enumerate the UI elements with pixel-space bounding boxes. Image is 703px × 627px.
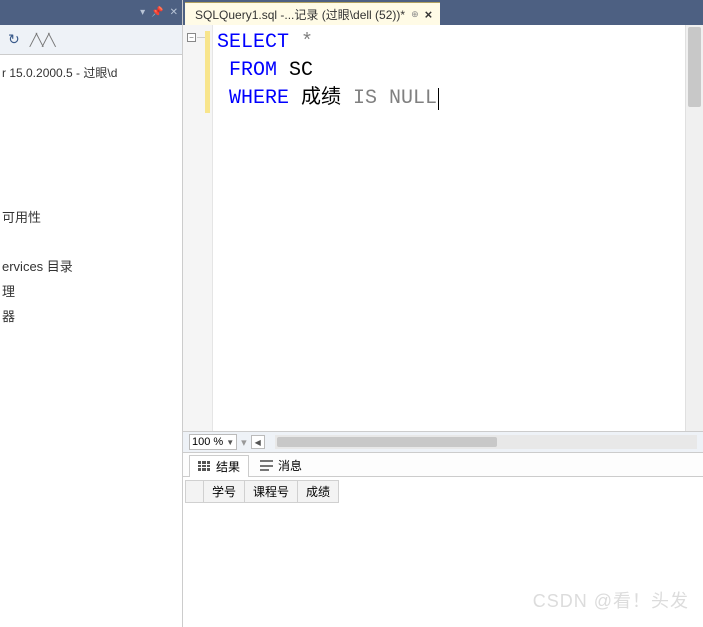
- sql-identifier: SC: [277, 59, 313, 82]
- horizontal-scrollbar[interactable]: [275, 435, 697, 449]
- sql-editor[interactable]: SELECT * FROM SC WHERE 成绩 IS NULL: [213, 25, 685, 431]
- results-tab-strip: 结果 消息: [183, 453, 703, 477]
- grid-icon: [198, 461, 211, 472]
- messages-tab-label: 消息: [278, 457, 302, 474]
- text-caret: [438, 88, 439, 110]
- tab-close-icon[interactable]: ×: [425, 7, 433, 22]
- document-tab-strip: SQLQuery1.sql -...记录 (过眼\dell (52))* ⊕ ×: [183, 0, 703, 25]
- grid-corner[interactable]: [186, 481, 204, 503]
- nav-prev-button[interactable]: ◀: [251, 435, 265, 449]
- object-explorer-panel: ▾ 📌 ✕ ↻ ╱╲╱╲ r 15.0.2000.5 - 过眼\d 可用性 er…: [0, 0, 183, 627]
- results-tab[interactable]: 结果: [189, 455, 249, 477]
- activity-icon[interactable]: ╱╲╱╲: [30, 33, 55, 47]
- collapse-region-icon[interactable]: −: [187, 33, 196, 42]
- sql-keyword: WHERE: [229, 87, 289, 110]
- tree-item[interactable]: ervices 目录: [0, 253, 182, 278]
- tree-item[interactable]: 可用性: [0, 204, 182, 229]
- dropdown-arrow-icon: ▼: [226, 438, 234, 447]
- server-node[interactable]: r 15.0.2000.5 - 过眼\d: [0, 61, 182, 84]
- vertical-scrollbar[interactable]: [685, 25, 703, 431]
- refresh-icon[interactable]: ↻: [8, 31, 20, 48]
- scroll-thumb[interactable]: [688, 27, 701, 107]
- editor-gutter: −: [183, 25, 213, 431]
- zoom-dropdown[interactable]: 100 % ▼: [189, 434, 237, 450]
- messages-icon: [260, 460, 273, 471]
- sql-keyword: SELECT: [217, 31, 289, 54]
- zoom-level: 100 %: [192, 436, 223, 448]
- results-grid-area: 学号 课程号 成绩: [183, 477, 703, 627]
- close-icon[interactable]: ✕: [170, 7, 178, 18]
- tab-pin-icon[interactable]: ⊕: [411, 9, 419, 20]
- tab-title: SQLQuery1.sql -...记录 (过眼\dell (52))*: [195, 6, 405, 23]
- column-header[interactable]: 课程号: [245, 481, 298, 503]
- column-header[interactable]: 成绩: [298, 481, 339, 503]
- scroll-thumb[interactable]: [277, 437, 497, 447]
- pin-icon[interactable]: 📌: [151, 7, 163, 18]
- sql-operator: IS NULL: [353, 87, 437, 110]
- sql-editor-area: − SELECT * FROM SC WHERE 成绩 IS NULL: [183, 25, 703, 431]
- messages-tab[interactable]: 消息: [251, 454, 311, 476]
- sql-keyword: FROM: [229, 59, 277, 82]
- tree-item[interactable]: 理: [0, 278, 182, 303]
- panel-toolbar: ↻ ╱╲╱╲: [0, 25, 182, 55]
- panel-titlebar: ▾ 📌 ✕: [0, 0, 182, 25]
- tree-item[interactable]: 器: [0, 303, 182, 328]
- column-header[interactable]: 学号: [204, 481, 245, 503]
- sql-identifier: 成绩: [289, 87, 353, 110]
- object-explorer-tree: r 15.0.2000.5 - 过眼\d 可用性 ervices 目录 理 器: [0, 55, 182, 328]
- sql-operator: *: [289, 31, 313, 54]
- document-tab[interactable]: SQLQuery1.sql -...记录 (过眼\dell (52))* ⊕ ×: [185, 2, 440, 25]
- change-marker: [205, 31, 210, 113]
- results-tab-label: 结果: [216, 458, 240, 475]
- results-grid[interactable]: 学号 课程号 成绩: [185, 480, 339, 503]
- editor-status-bar: 100 % ▼ ▾ ◀: [183, 431, 703, 453]
- panel-dropdown-icon[interactable]: ▾: [140, 7, 145, 18]
